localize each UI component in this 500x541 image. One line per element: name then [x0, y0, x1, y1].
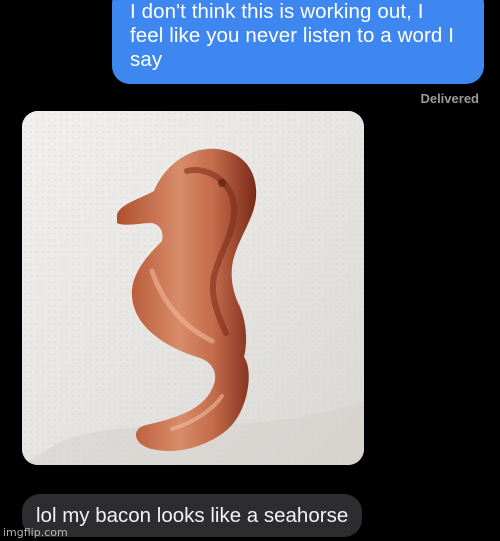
sent-message-line-1: I don't think this is working out, I: [130, 0, 424, 23]
sent-message-line-3: say: [130, 48, 163, 71]
sent-message-line-2: feel like you never listen to a word I: [130, 24, 454, 47]
watermark: imgflip.com: [3, 526, 68, 539]
delivery-status: Delivered: [420, 91, 479, 106]
bacon-seahorse-photo: [22, 111, 364, 465]
received-photo[interactable]: [22, 111, 364, 465]
messages-thread: I don't think this is working out, I fee…: [0, 0, 500, 541]
sent-message-bubble[interactable]: I don't think this is working out, I fee…: [112, 0, 484, 84]
received-message-bubble[interactable]: lol my bacon looks like a seahorse: [22, 494, 363, 537]
